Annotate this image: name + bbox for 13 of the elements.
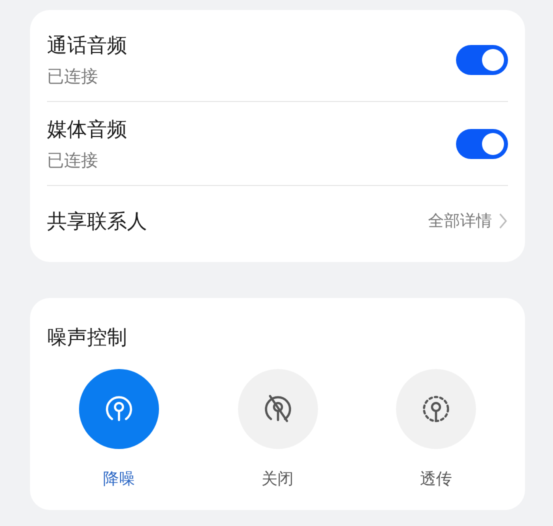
- row-status: 已连接: [47, 66, 99, 88]
- section-title: 噪声控制: [47, 324, 127, 351]
- row-status: 已连接: [47, 150, 99, 172]
- mode-label: 降噪: [103, 469, 135, 490]
- toggle-switch[interactable]: [456, 44, 508, 74]
- mode-label: 关闭: [262, 469, 294, 490]
- row-title: 通话音频: [47, 32, 127, 58]
- details-link[interactable]: 全部详情: [428, 210, 492, 232]
- mode-label: 透传: [420, 469, 452, 490]
- chevron-icon: [498, 212, 508, 230]
- row-title: 媒体音频: [47, 116, 127, 142]
- toggle-switch[interactable]: [456, 128, 508, 158]
- row-title: 共享联系人: [47, 208, 147, 234]
